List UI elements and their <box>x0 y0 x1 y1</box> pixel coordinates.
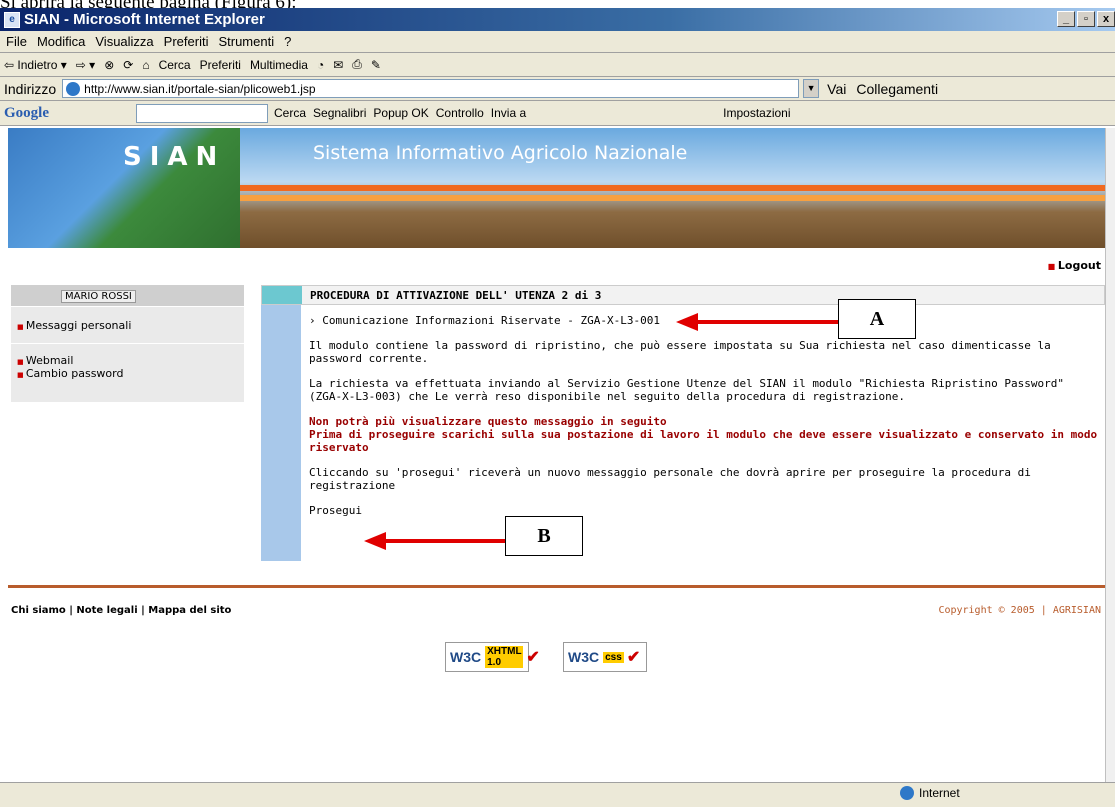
menu-file[interactable]: File <box>6 34 27 49</box>
procedure-heading: PROCEDURA DI ATTIVAZIONE DELL' UTENZA 2 … <box>310 288 602 302</box>
standard-toolbar: ⇦ Indietro ▾ ⇨ ▾ ⊗ ⟳ ⌂ Cerca Preferiti M… <box>0 53 1115 77</box>
address-dropdown-icon[interactable]: ▼ <box>803 79 820 98</box>
vertical-scrollbar[interactable] <box>1105 128 1115 782</box>
history-icon[interactable]: ◔ <box>317 58 324 72</box>
web-page: SIAN Sistema Informativo Agricolo Nazion… <box>8 128 1105 782</box>
ie-icon: e <box>4 11 20 28</box>
google-search-input[interactable] <box>136 103 268 123</box>
stop-icon[interactable]: ⊗ <box>104 58 114 72</box>
w3c-logo: W3C <box>450 649 482 665</box>
google-search-button[interactable]: Cerca <box>274 106 306 120</box>
procedure-text: › Comunicazione Informazioni Riservate -… <box>309 305 1099 517</box>
css-badge[interactable]: W3C css ✔ <box>563 642 647 672</box>
footer-divider <box>8 585 1105 588</box>
mail-icon[interactable]: ✉ <box>333 58 343 72</box>
zone-label: Internet <box>919 786 960 800</box>
sidebar-item-messages[interactable]: Messaggi personali <box>11 319 244 332</box>
minimize-icon[interactable]: _ <box>1057 11 1075 27</box>
search-button[interactable]: Cerca <box>159 58 191 72</box>
procedure-body: › Comunicazione Informazioni Riservate -… <box>261 305 1105 561</box>
logout-link[interactable]: Logout <box>1048 259 1101 272</box>
menu-help[interactable]: ? <box>284 34 291 49</box>
go-button[interactable]: Vai <box>827 81 846 97</box>
paragraph-continue: Cliccando su 'prosegui' riceverà un nuov… <box>309 466 1031 492</box>
google-logo[interactable]: Google <box>4 105 49 122</box>
menu-view[interactable]: Visualizza <box>95 34 153 49</box>
media-button[interactable]: Multimedia <box>250 58 308 72</box>
sidebar-divider <box>11 343 244 344</box>
warning-line-1: Non potrà più visualizzare questo messag… <box>309 415 667 428</box>
paragraph-password: Il modulo contiene la password di ripris… <box>309 339 1051 365</box>
w3c-logo: W3C <box>568 649 600 665</box>
procedure-heading-row: PROCEDURA DI ATTIVAZIONE DELL' UTENZA 2 … <box>261 285 1105 305</box>
status-bar: Internet <box>0 782 1115 807</box>
banner-stripe <box>240 185 1105 191</box>
check-icon: ✔ <box>626 649 641 666</box>
chevron-right-icon: › <box>309 314 323 327</box>
google-toolbar: Google Cerca Segnalibri Popup OK Control… <box>0 101 1115 126</box>
back-button[interactable]: ⇦ Indietro ▾ <box>4 58 67 72</box>
continue-link[interactable]: Prosegui <box>309 504 1099 517</box>
print-icon[interactable]: ⎙ <box>352 57 362 72</box>
document-link[interactable]: Comunicazione Informazioni Riservate - Z… <box>322 314 660 327</box>
menu-tools[interactable]: Strumenti <box>218 34 274 49</box>
settings-button[interactable]: Impostazioni <box>723 106 790 120</box>
window-title: SIAN - Microsoft Internet Explorer <box>24 11 265 28</box>
status-zone: Internet <box>900 786 960 800</box>
favorites-button[interactable]: Preferiti <box>200 58 241 72</box>
edit-icon[interactable]: ✎ <box>371 58 381 72</box>
check-icon: ✔ <box>526 649 540 666</box>
globe-icon <box>900 786 914 800</box>
forward-button[interactable]: ⇨ ▾ <box>76 58 95 72</box>
home-icon[interactable]: ⌂ <box>142 58 149 72</box>
sidebar-item-password[interactable]: Cambio password <box>11 367 244 380</box>
close-icon[interactable]: x <box>1097 11 1115 27</box>
window-buttons: _ ▫ x <box>1057 11 1115 27</box>
links-button[interactable]: Collegamenti <box>856 81 938 97</box>
sidebar-item-webmail[interactable]: Webmail <box>11 354 244 367</box>
warning-line-2: Prima di proseguire scarichi sulla sua p… <box>309 428 1098 454</box>
paragraph-request: La richiesta va effettuata inviando al S… <box>309 377 1064 403</box>
main-panel: PROCEDURA DI ATTIVAZIONE DELL' UTENZA 2 … <box>261 285 1105 561</box>
banner-title: Sistema Informativo Agricolo Nazionale <box>313 142 688 164</box>
address-url: http://www.sian.it/portale-sian/plicoweb… <box>84 81 316 96</box>
callout-a: A <box>838 299 916 339</box>
menu-edit[interactable]: Modifica <box>37 34 85 49</box>
sian-banner: SIAN Sistema Informativo Agricolo Nazion… <box>8 128 1105 248</box>
sidebar: MARIO ROSSI Messaggi personali Webmail C… <box>11 285 244 402</box>
popup-button[interactable]: Popup OK <box>373 106 428 120</box>
callout-b: B <box>505 516 583 556</box>
footer-links[interactable]: Chi siamo | Note legali | Mappa del sito <box>11 605 231 616</box>
xhtml-badge[interactable]: W3C XHTML 1.0 ✔ <box>445 642 540 672</box>
window-titlebar: e SIAN - Microsoft Internet Explorer _ ▫… <box>0 8 1115 31</box>
menu-bar: File Modifica Visualizza Preferiti Strum… <box>0 31 1115 53</box>
refresh-icon[interactable]: ⟳ <box>123 58 133 72</box>
menu-favorites[interactable]: Preferiti <box>164 34 209 49</box>
address-label: Indirizzo <box>4 80 57 97</box>
page-icon <box>66 81 81 96</box>
heading-accent <box>262 286 302 304</box>
xhtml-tag: XHTML 1.0 <box>485 646 524 668</box>
user-name: MARIO ROSSI <box>61 290 136 303</box>
sian-brand: SIAN <box>123 142 226 172</box>
address-bar: Indirizzo http://www.sian.it/portale-sia… <box>0 77 1115 101</box>
banner-stripe <box>240 195 1105 201</box>
css-tag: css <box>603 651 624 663</box>
bookmarks-button[interactable]: Segnalibri <box>313 106 366 120</box>
address-input[interactable]: http://www.sian.it/portale-sian/plicoweb… <box>62 79 800 98</box>
send-button[interactable]: Invia a <box>491 106 526 120</box>
user-header: MARIO ROSSI <box>11 285 244 307</box>
maximize-icon[interactable]: ▫ <box>1077 11 1095 27</box>
body-accent <box>261 305 301 561</box>
check-button[interactable]: Controllo <box>436 106 484 120</box>
copyright: Copyright © 2005 | AGRISIAN <box>938 605 1101 616</box>
